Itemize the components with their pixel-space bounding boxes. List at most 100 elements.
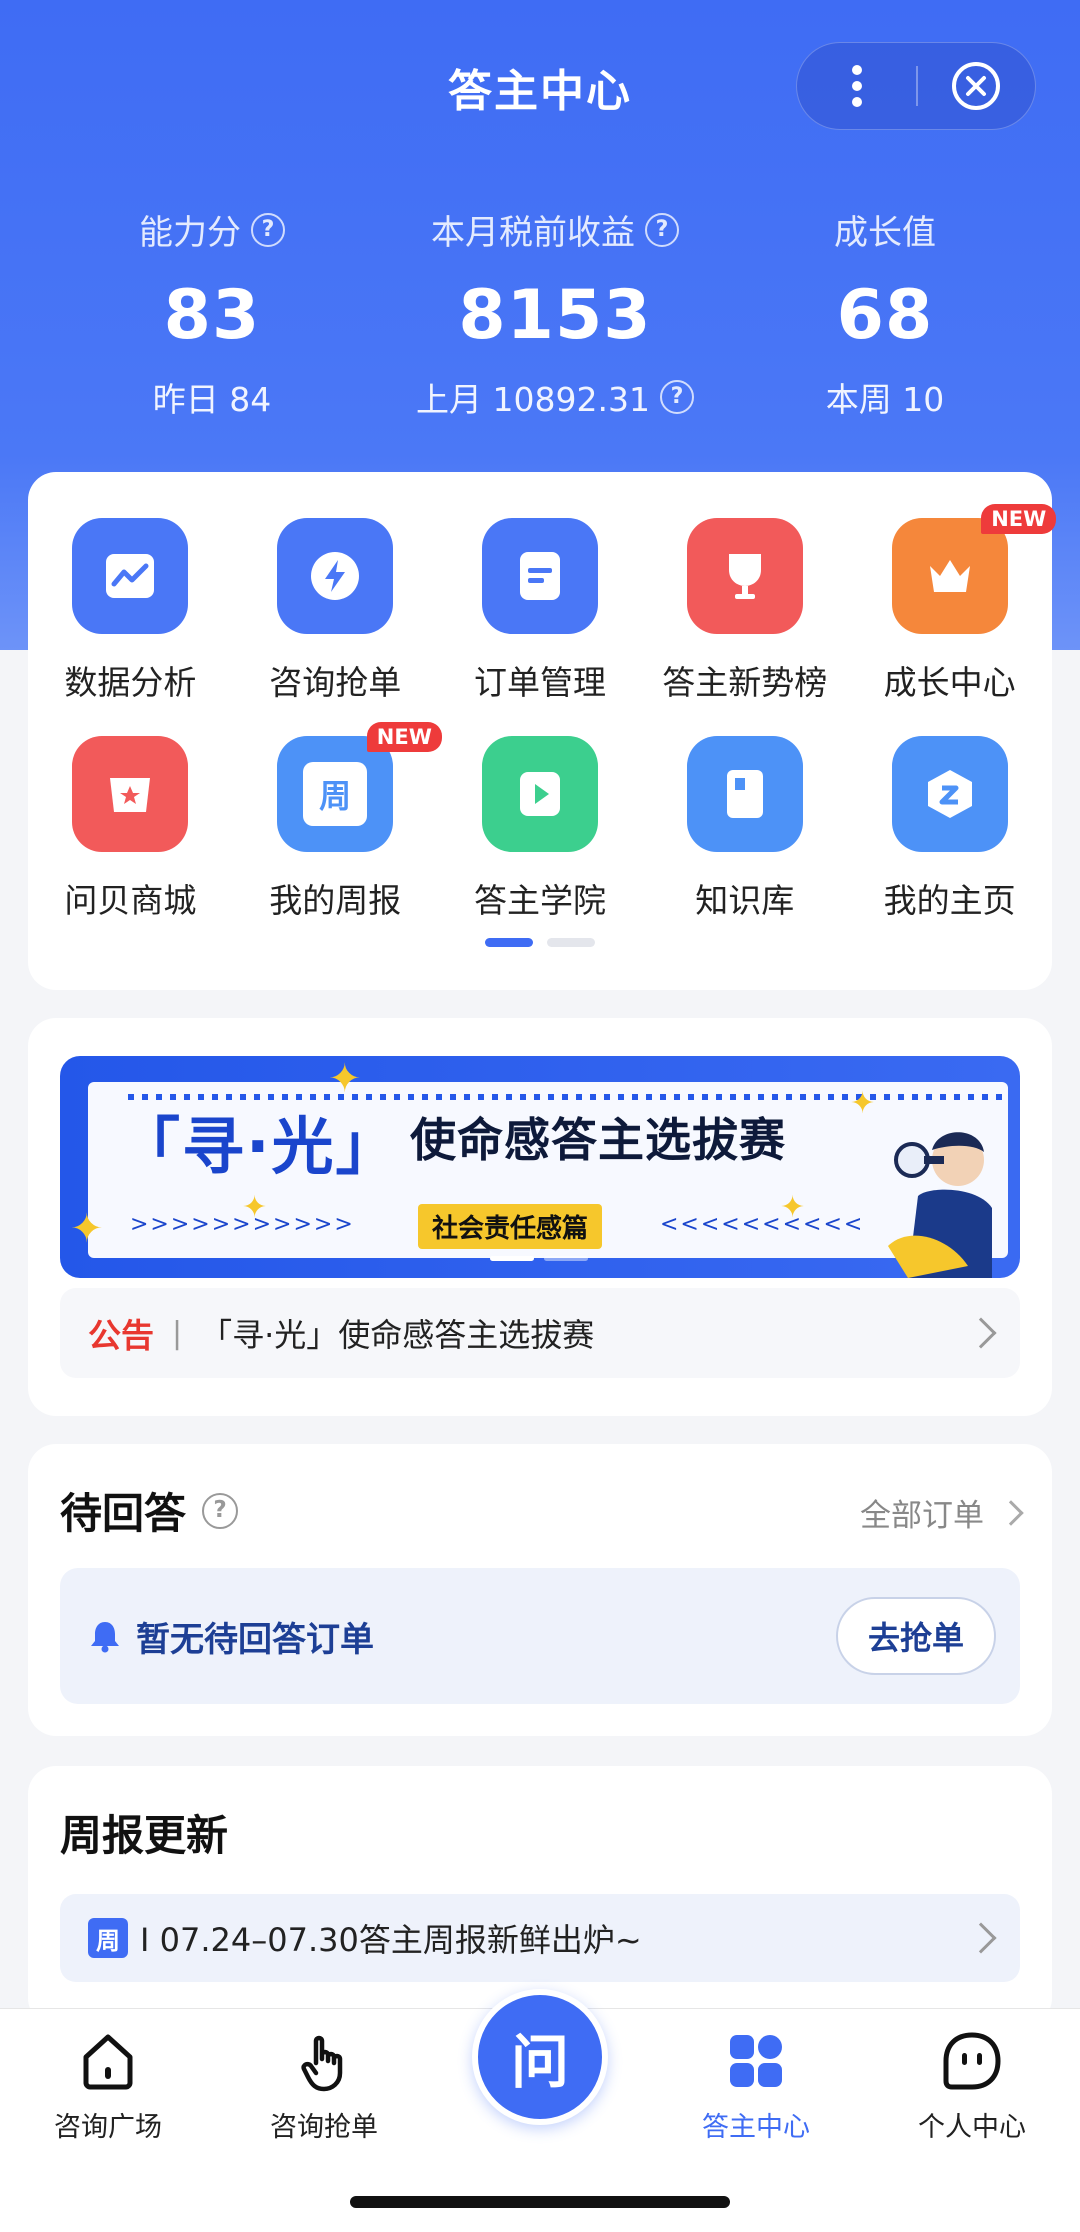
entry-label: 数据分析 — [64, 663, 197, 702]
banner-illustration — [888, 1132, 992, 1278]
stat-sub-text: 上月 10892.31 — [416, 380, 650, 419]
chevron-right-icon — [965, 1317, 997, 1349]
center-ask-button[interactable]: 问 — [472, 1989, 608, 2125]
sparkle-icon: ✦ — [70, 1206, 104, 1252]
home-indicator — [350, 2196, 730, 2208]
quick-entry-grid: 数据分析 咨询抢单 订单管理 答主新势榜 NEW 成长中心 问贝商城 NEW 周… — [28, 504, 1057, 922]
chevron-right-icon — [998, 1499, 1024, 1526]
entry-label: 答主新势榜 — [662, 663, 828, 702]
notice-text: 「寻·光」使命感答主选拔赛 — [200, 1316, 595, 1354]
miniapp-capsule — [796, 42, 1036, 130]
more-dots-icon — [851, 65, 862, 107]
banner-card: 「寻·光」 使命感答主选拔赛 >>>>>>>>>>> 社会责任感篇 <<<<<<… — [28, 1018, 1052, 1416]
entry-label: 订单管理 — [473, 663, 606, 702]
entry-my-weekly[interactable]: NEW 周 我的周报 — [233, 722, 442, 922]
entry-label: 咨询抢单 — [269, 663, 402, 702]
all-orders-label: 全部订单 — [860, 1498, 984, 1534]
pager-dot[interactable] — [547, 938, 595, 947]
stat-sub: 上月 10892.31? — [400, 373, 710, 421]
tab-consult-square[interactable]: 咨询广场 — [0, 2029, 216, 2144]
weekly-card: 周报更新 周 I 07.24–07.30答主周报新鲜出炉~ — [28, 1766, 1052, 2026]
entry-label: 我的周报 — [269, 881, 402, 920]
entry-order-manage[interactable]: 订单管理 — [438, 518, 643, 704]
banner-subtitle: 使命感答主选拔赛 — [410, 1113, 786, 1167]
help-icon[interactable]: ? — [202, 1492, 239, 1529]
calendar-glyph: 周 — [303, 762, 368, 826]
stat-label: 成长值 — [834, 213, 936, 253]
all-orders-link[interactable]: 全部订单 — [860, 1490, 1024, 1535]
calendar-icon: 周 — [277, 736, 394, 852]
chart-icon — [72, 518, 189, 634]
help-icon[interactable]: ? — [645, 212, 679, 247]
calendar-icon: 周 — [88, 1918, 128, 1958]
banner-chevrons-right: <<<<<<<<<< — [660, 1212, 865, 1237]
tab-answerer-center[interactable]: 答主中心 — [648, 2029, 864, 2144]
stat-sub-text: 本周 10 — [825, 380, 945, 419]
stat-growth[interactable]: 成长值 68 本周 10 — [770, 205, 1000, 421]
bell-icon — [91, 1622, 119, 1653]
entry-my-homepage[interactable]: 我的主页 — [847, 736, 1052, 922]
entry-label: 问贝商城 — [64, 881, 197, 920]
stat-label: 本月税前收益 — [431, 213, 635, 253]
pager-dot-active[interactable] — [485, 938, 533, 947]
banner-dot[interactable] — [544, 1256, 588, 1261]
grid-pager — [28, 938, 1052, 947]
entry-growth-center[interactable]: NEW 成长中心 — [847, 504, 1057, 704]
empty-text: 暂无待回答订单 — [136, 1619, 374, 1660]
tab-label: 个人中心 — [918, 2112, 1026, 2143]
entry-academy[interactable]: 答主学院 — [438, 736, 643, 922]
lightning-icon — [277, 518, 394, 634]
stat-label-row: 本月税前收益? — [400, 205, 710, 254]
entry-label: 我的主页 — [883, 881, 1016, 920]
entry-label: 答主学院 — [473, 881, 606, 920]
pending-card: 待回答 ? 全部订单 暂无待回答订单 去抢单 — [28, 1444, 1052, 1736]
crown-icon — [891, 518, 1008, 634]
pending-title-row: 待回答 ? — [60, 1480, 239, 1541]
entry-knowledge-base[interactable]: 知识库 — [642, 736, 847, 922]
tab-consult-grab[interactable]: 咨询抢单 — [216, 2029, 432, 2144]
help-icon[interactable]: ? — [251, 212, 285, 247]
sparkle-icon: ✦ — [242, 1190, 268, 1225]
new-badge: NEW — [366, 722, 442, 752]
entry-data-analysis[interactable]: 数据分析 — [28, 518, 233, 704]
banner-dot-active[interactable] — [490, 1256, 534, 1261]
close-icon — [952, 62, 1001, 110]
stat-label-row: 成长值 — [770, 205, 1000, 254]
entry-label: 知识库 — [695, 881, 795, 920]
book-icon — [686, 736, 803, 852]
close-button[interactable] — [918, 42, 1035, 130]
more-button[interactable] — [797, 42, 916, 130]
entry-consult-grab[interactable]: 咨询抢单 — [233, 518, 438, 704]
grid-apps-icon — [730, 2035, 782, 2087]
grab-order-button[interactable]: 去抢单 — [836, 1597, 996, 1675]
help-icon[interactable]: ? — [659, 380, 694, 414]
weekly-report-row[interactable]: 周 I 07.24–07.30答主周报新鲜出炉~ — [60, 1894, 1020, 1982]
stat-sub: 昨日 84 — [92, 373, 332, 421]
stat-ability[interactable]: 能力分? 83 昨日 84 — [92, 205, 332, 421]
tab-personal-center[interactable]: 个人中心 — [864, 2029, 1080, 2144]
home-icon — [83, 2034, 133, 2090]
quick-entry-card: 数据分析 咨询抢单 订单管理 答主新势榜 NEW 成长中心 问贝商城 NEW 周… — [28, 472, 1057, 990]
stat-value: 8153 — [458, 276, 652, 355]
entry-shop[interactable]: 问贝商城 — [28, 736, 233, 922]
shop-icon — [72, 736, 189, 852]
promo-banner[interactable]: 「寻·光」 使命感答主选拔赛 >>>>>>>>>>> 社会责任感篇 <<<<<<… — [60, 1056, 1020, 1278]
stat-value: 83 — [163, 276, 261, 355]
chevron-right-icon — [965, 1922, 997, 1954]
tab-label: 咨询抢单 — [270, 2112, 378, 2143]
notice-separator: | — [172, 1315, 183, 1351]
banner-tag: 社会责任感篇 — [418, 1204, 603, 1249]
banner-title: 「寻·光」 — [118, 1110, 400, 1183]
trophy-icon — [686, 518, 803, 634]
section-title: 周报更新 — [60, 1811, 229, 1860]
tab-label: 答主中心 — [702, 2112, 810, 2143]
stat-sub: 本周 10 — [770, 373, 1000, 421]
stat-label-row: 能力分? — [92, 205, 332, 254]
section-title: 待回答 — [60, 1489, 187, 1538]
face-icon — [943, 2032, 1001, 2090]
play-icon — [481, 736, 598, 852]
weekly-text: I 07.24–07.30答主周报新鲜出炉~ — [140, 1921, 642, 1959]
entry-ranking[interactable]: 答主新势榜 — [642, 518, 847, 704]
stat-earnings[interactable]: 本月税前收益? 8153 上月 10892.31? — [400, 205, 710, 421]
notice-bar[interactable]: 公告 | 「寻·光」使命感答主选拔赛 — [60, 1288, 1020, 1378]
